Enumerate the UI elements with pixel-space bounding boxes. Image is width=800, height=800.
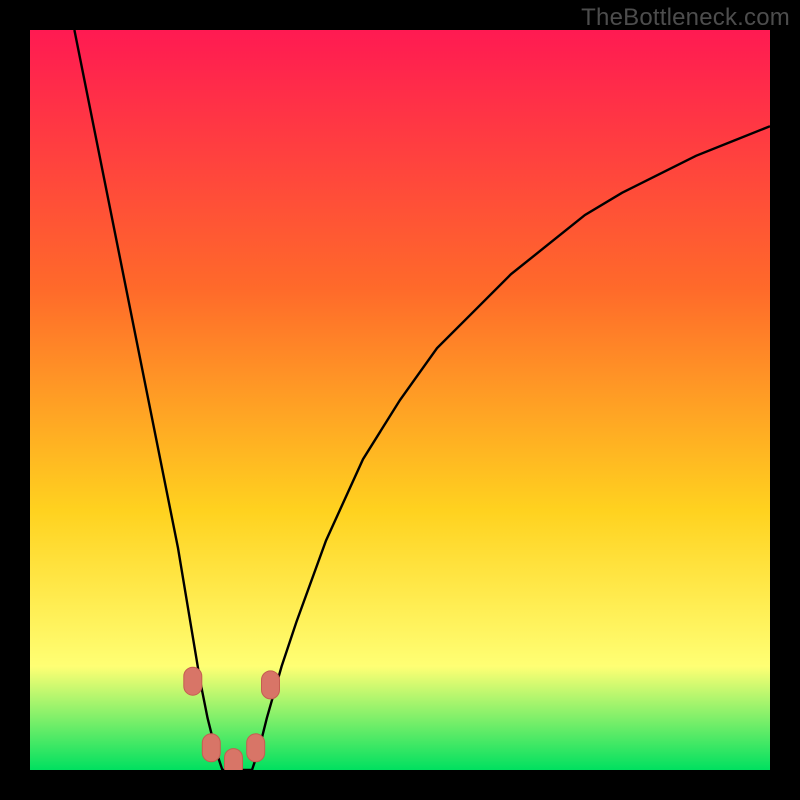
watermark-text: TheBottleneck.com — [581, 4, 790, 32]
data-marker-0 — [184, 667, 202, 695]
chart-frame: TheBottleneck.com — [0, 0, 800, 800]
data-marker-3 — [247, 734, 265, 762]
chart-plot-area — [30, 30, 770, 770]
chart-svg — [30, 30, 770, 770]
data-marker-1 — [202, 734, 220, 762]
data-marker-4 — [262, 671, 280, 699]
data-marker-2 — [225, 749, 243, 770]
